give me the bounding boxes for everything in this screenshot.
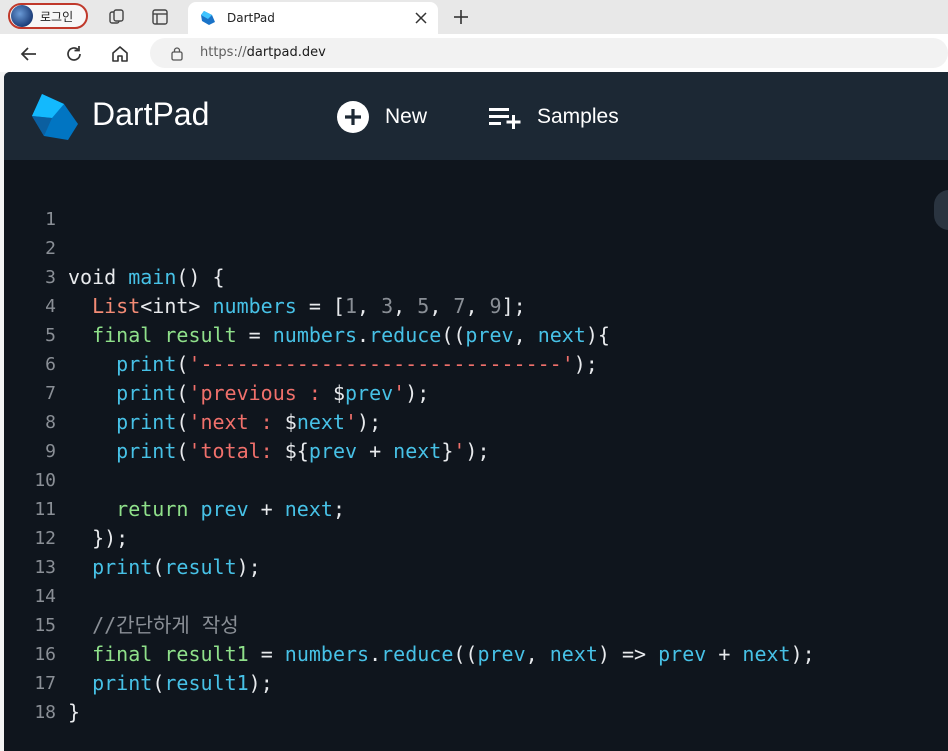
- back-button[interactable]: [18, 43, 40, 65]
- workspaces-icon[interactable]: [107, 7, 127, 27]
- app-header: DartPad New Samples: [4, 72, 948, 160]
- dart-logo-icon: [32, 94, 78, 140]
- add-circle-icon: [337, 101, 369, 133]
- code-line: 4 final result = numbers.reduce((prev, n…: [4, 263, 948, 347]
- url-bar[interactable]: https://dartpad.dev: [150, 38, 948, 68]
- arrow-left-icon: [20, 47, 36, 61]
- tab-actions-icon[interactable]: [150, 7, 170, 27]
- profile-button[interactable]: 로그인: [8, 3, 88, 29]
- avatar: [11, 5, 33, 27]
- refresh-icon: [67, 46, 81, 61]
- code-line: 2 void main() {: [4, 205, 948, 289]
- line-number: 18: [34, 702, 56, 723]
- samples-button[interactable]: Samples: [488, 100, 619, 134]
- code-line: 12 print(result);: [4, 495, 948, 579]
- home-button[interactable]: [109, 43, 131, 65]
- new-button[interactable]: New: [336, 100, 427, 134]
- code-line: 6 print('previous : $prev');: [4, 321, 948, 405]
- code-line: 10 return prev + next;: [4, 437, 948, 521]
- code-line: 8 print('total: ${prev + next}');: [4, 379, 948, 463]
- code-line: 5 print('------------------------------'…: [4, 292, 948, 376]
- code-line: 1: [4, 176, 948, 230]
- code-line: 3 List<int> numbers = [1, 3, 5, 7, 9];: [4, 234, 948, 318]
- code-line: 18: [4, 669, 948, 723]
- app-title: DartPad: [92, 96, 210, 132]
- url-domain: dartpad.dev: [246, 45, 326, 60]
- lock-icon[interactable]: [170, 46, 184, 61]
- tab-title: DartPad: [227, 11, 275, 25]
- url-text: https://dartpad.dev: [200, 45, 326, 60]
- new-button-label: New: [385, 105, 428, 128]
- code-line: 17 }: [4, 640, 948, 724]
- close-icon[interactable]: [414, 11, 428, 25]
- code-line: 16 print(result1);: [4, 611, 948, 695]
- code-editor[interactable]: 1 2 void main() { 3 List<int> numbers = …: [4, 176, 948, 746]
- samples-button-label: Samples: [537, 105, 619, 128]
- address-toolbar: https://dartpad.dev: [0, 34, 948, 72]
- reload-button[interactable]: [63, 43, 85, 65]
- home-icon: [112, 46, 128, 62]
- code-line: 15 final result1 = numbers.reduce((prev,…: [4, 582, 948, 666]
- browser-tab-bar: 로그인 DartPad: [0, 0, 948, 34]
- code-line: 11 });: [4, 466, 948, 550]
- code-line: 14 //간단하게 작성: [4, 553, 948, 637]
- tab-dartpad[interactable]: DartPad: [188, 2, 438, 34]
- dart-favicon-icon: [201, 11, 215, 25]
- url-scheme: https://: [200, 45, 247, 60]
- code-line: 7 print('next : $next');: [4, 350, 948, 434]
- code-line: 9: [4, 408, 948, 462]
- profile-label: 로그인: [40, 9, 74, 24]
- code-line: 13: [4, 524, 948, 578]
- new-tab-plus-icon[interactable]: [451, 7, 471, 27]
- dartpad-app: DartPad New Samples 1 2 void main() { 3 …: [4, 72, 948, 751]
- playlist-add-icon: [489, 108, 521, 129]
